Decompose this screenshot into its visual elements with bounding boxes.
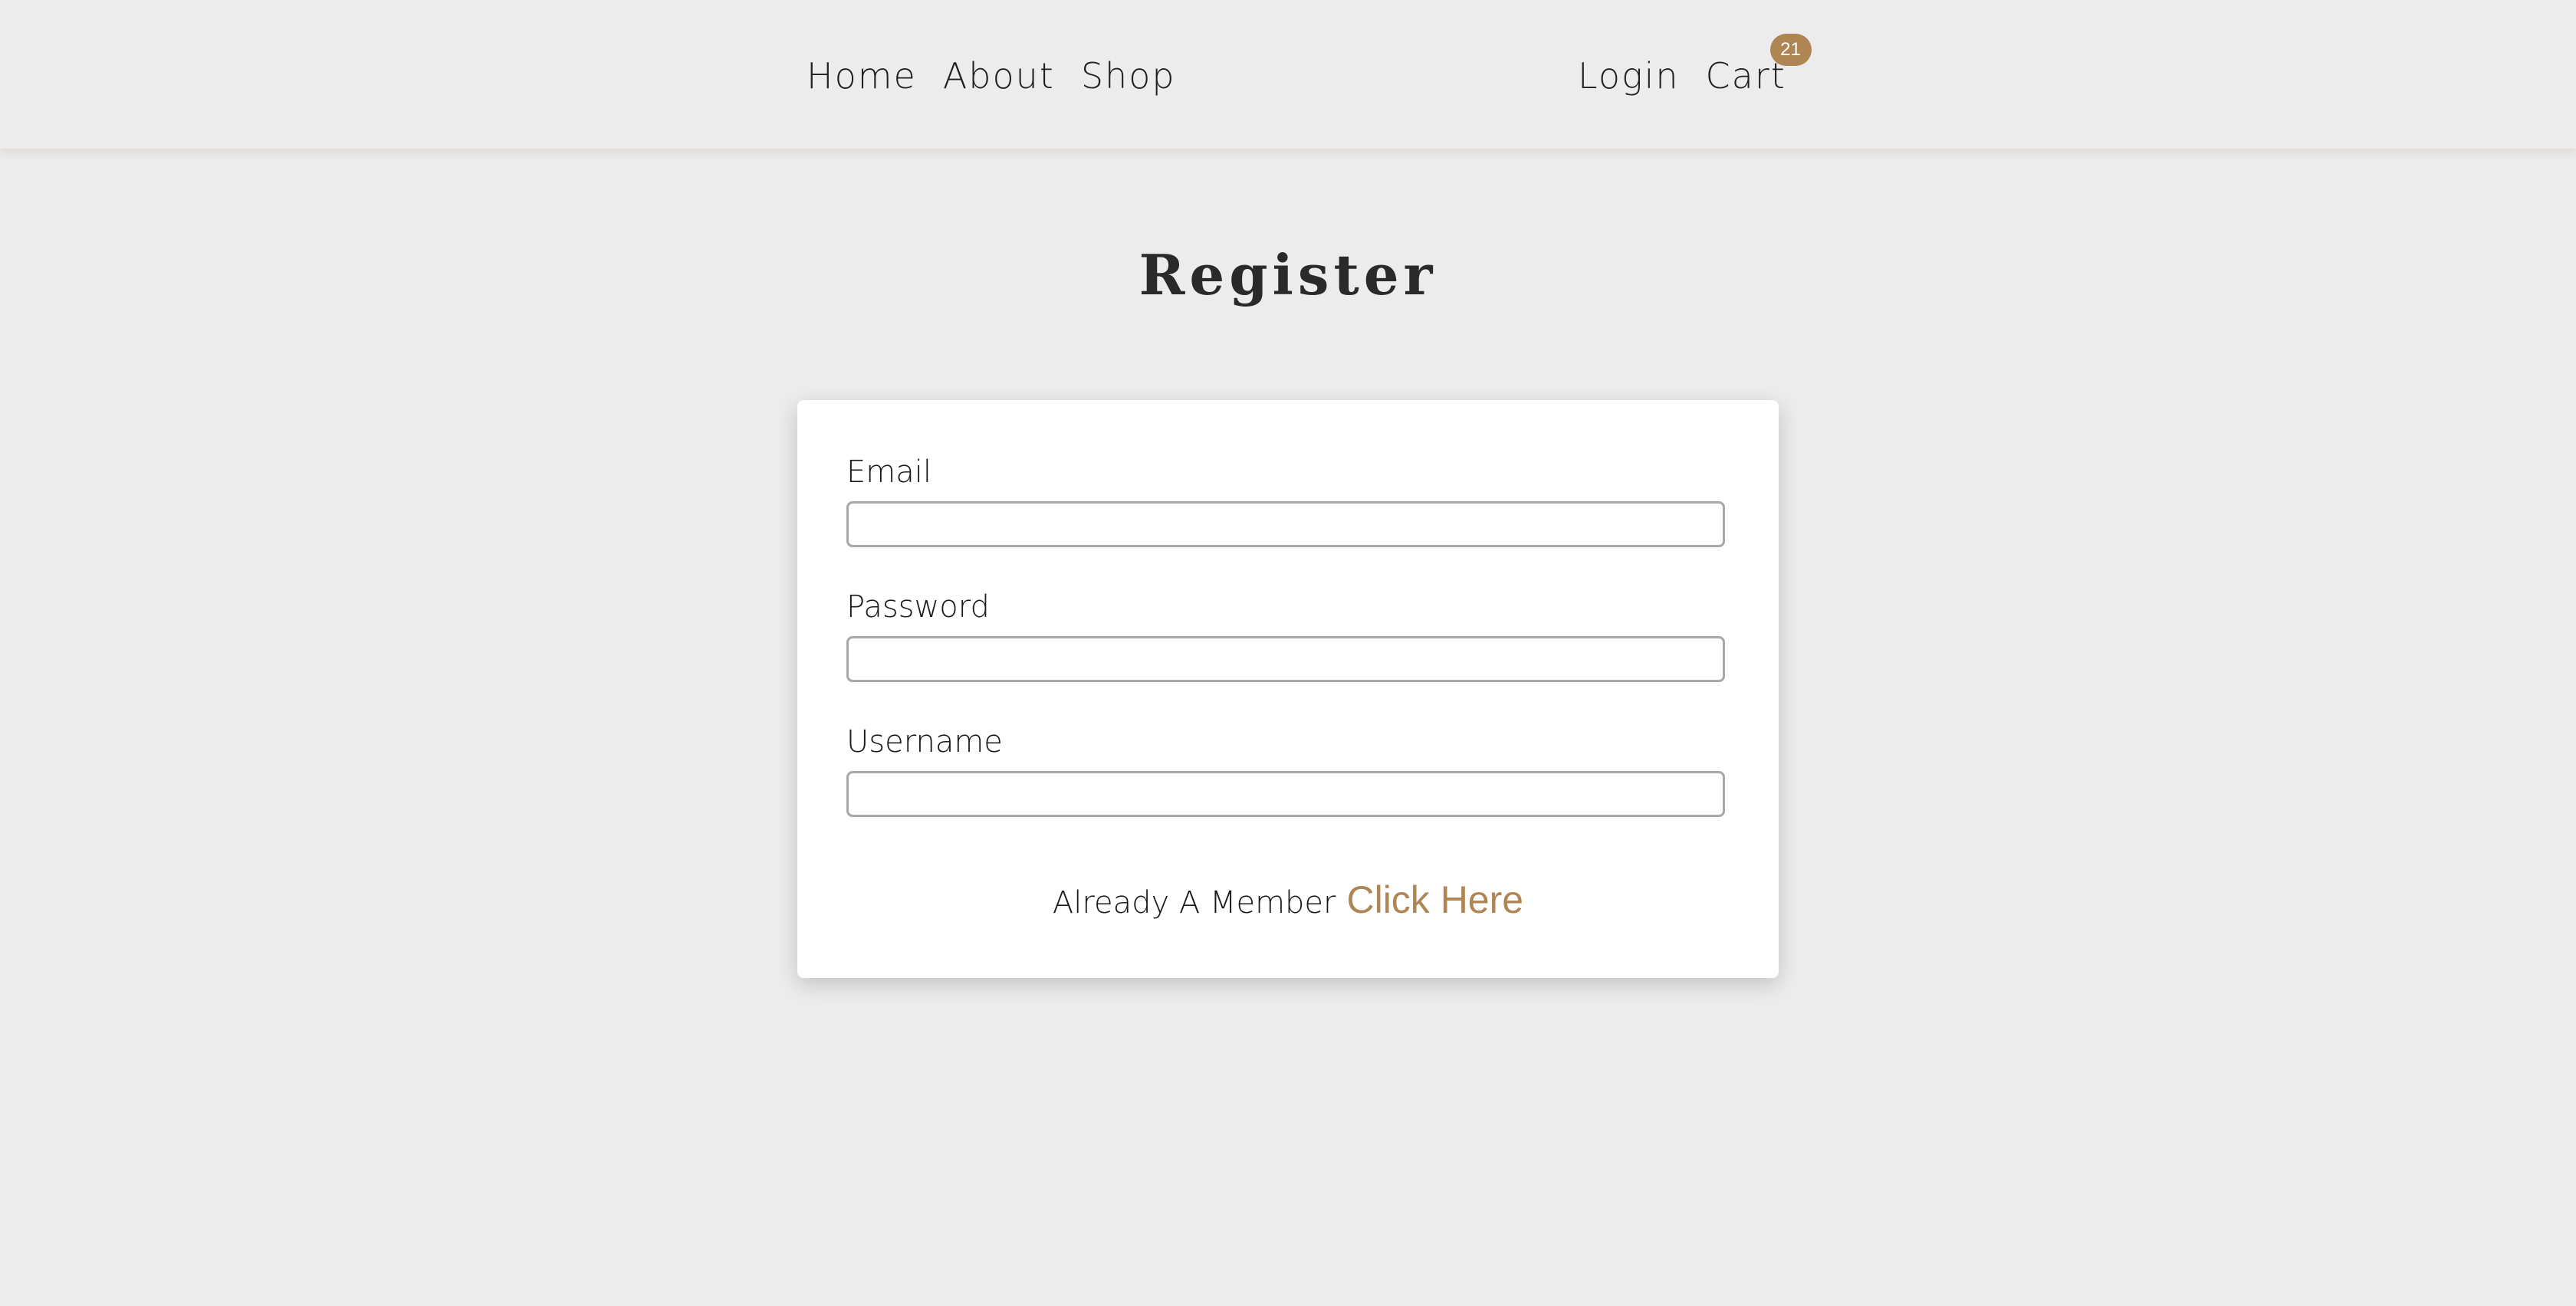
email-label: Email [846,454,932,490]
cart-count-badge: 21 [1769,34,1812,66]
cart-wrapper: Cart 21 [1706,34,1812,103]
email-field[interactable] [846,501,1725,547]
nav-home-link[interactable]: Home [807,49,917,103]
page-title: Register [1138,242,1438,307]
password-field[interactable] [846,636,1725,682]
account-nav: Login Cart 21 [1578,34,1812,103]
password-label: Password [846,589,990,625]
register-form-card: Email Password Username Already A Member… [797,400,1779,978]
already-member-row: Already A Member Click Here [797,875,1779,934]
nav-about-link[interactable]: About [943,49,1055,103]
primary-nav: Home About Shop [807,49,1176,103]
nav-login-link[interactable]: Login [1578,49,1680,103]
navbar: Home About Shop Login Cart 21 [0,0,2576,149]
login-link-click-here[interactable]: Click Here [1346,878,1523,921]
username-field[interactable] [846,771,1725,817]
nav-cart-link[interactable]: Cart [1706,55,1786,97]
nav-shop-link[interactable]: Shop [1081,49,1176,103]
already-member-text: Already A Member [1052,885,1336,920]
username-label: Username [846,724,1003,760]
